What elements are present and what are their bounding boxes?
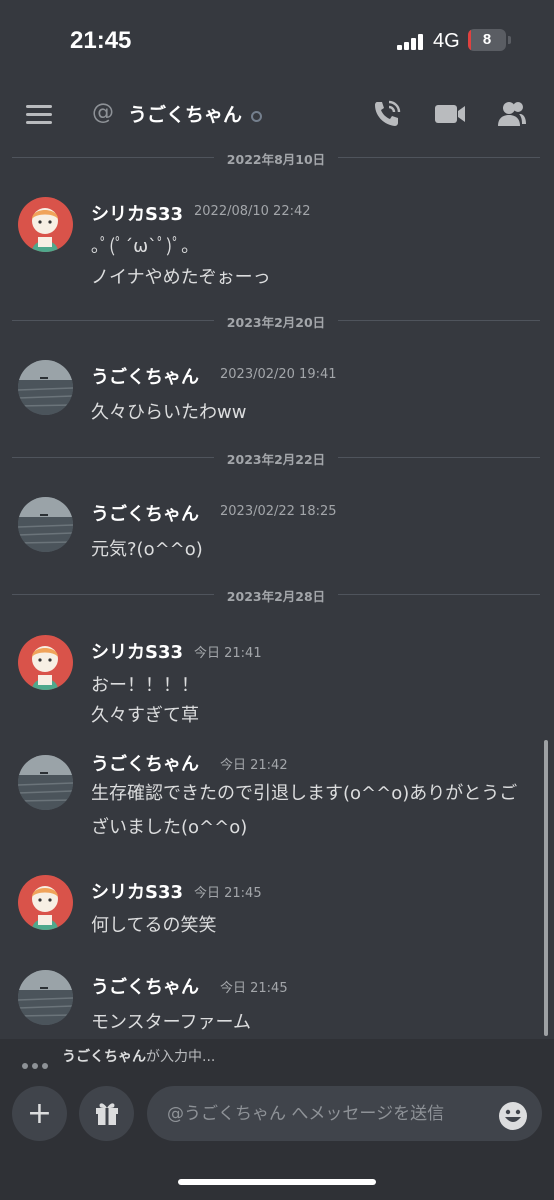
status-bar: 21:45 4G 8 [0, 0, 554, 80]
username[interactable]: うごくちゃん [91, 973, 199, 999]
at-icon: @ [92, 100, 114, 125]
status-time: 21:45 [70, 27, 132, 54]
timestamp: 今日 21:41 [194, 646, 262, 661]
message-list[interactable]: 2022年8月10日 シリカS33 2022/08/10 22:42 ｡ﾟ(ﾟ´… [0, 145, 554, 1038]
date-divider: 2023年2月28日 [12, 584, 540, 604]
timestamp: 今日 21:45 [220, 981, 288, 996]
sea-photo-avatar [18, 360, 73, 415]
avatar[interactable] [18, 497, 73, 552]
add-attachment-button[interactable]: + [12, 1086, 67, 1141]
offline-status-icon [251, 111, 262, 122]
message-text: ざいました(o^^o) [91, 817, 248, 838]
illustrated-character-avatar [18, 635, 73, 690]
top-area: 21:45 4G 8 @ うごくちゃん [0, 0, 554, 145]
illustrated-character-avatar [18, 197, 73, 252]
network-type: 4G [433, 30, 460, 52]
menu-icon[interactable] [26, 105, 52, 125]
emoji-icon[interactable] [498, 1101, 528, 1131]
signal-strength-icon [397, 34, 427, 50]
date-divider: 2023年2月20日 [12, 310, 540, 330]
typing-text: うごくちゃんが入力中... [62, 1049, 216, 1065]
timestamp: 2023/02/22 18:25 [220, 504, 337, 519]
battery-level: 8 [482, 31, 492, 48]
timestamp: 今日 21:42 [220, 758, 288, 773]
sea-photo-avatar [18, 755, 73, 810]
typing-indicator: うごくちゃんが入力中... [0, 1039, 554, 1073]
message-text: 元気?(o^^o) [91, 539, 203, 560]
gift-icon [96, 1103, 118, 1125]
message-text: 久々ひらいたわww [91, 402, 247, 423]
home-indicator[interactable] [178, 1179, 376, 1185]
username[interactable]: シリカS33 [91, 638, 183, 664]
message-scrollbar[interactable] [544, 740, 548, 1036]
phone-call-icon[interactable] [371, 98, 403, 130]
channel-header: @ うごくちゃん [0, 80, 554, 145]
video-camera-icon[interactable] [433, 98, 467, 130]
members-icon[interactable] [496, 98, 528, 130]
message-text: 生存確認できたので引退します(o^^o)ありがとうご [91, 783, 518, 804]
username[interactable]: うごくちゃん [91, 750, 199, 776]
username[interactable]: うごくちゃん [91, 363, 199, 389]
sea-photo-avatar [18, 970, 73, 1025]
avatar[interactable] [18, 875, 73, 930]
message-text: モンスターファーム [91, 1012, 252, 1033]
message-text: おー！！！！ [91, 675, 199, 696]
timestamp: 2022/08/10 22:42 [194, 204, 311, 219]
username[interactable]: シリカS33 [91, 200, 183, 226]
message-composer: + [0, 1073, 554, 1200]
battery-icon: 8 [468, 29, 506, 51]
sea-photo-avatar [18, 497, 73, 552]
message-text: 久々すぎて草 [91, 705, 199, 726]
avatar[interactable] [18, 360, 73, 415]
plus-icon: + [26, 1096, 53, 1131]
battery-tip [508, 36, 511, 44]
channel-name[interactable]: うごくちゃん [128, 100, 242, 127]
typing-dots-icon [22, 1054, 52, 1073]
message-input[interactable] [147, 1086, 542, 1141]
message-text: ノイナやめたぞぉーっ [91, 267, 271, 288]
avatar[interactable] [18, 197, 73, 252]
username[interactable]: シリカS33 [91, 878, 183, 904]
date-divider: 2022年8月10日 [12, 147, 540, 167]
gift-button[interactable] [79, 1086, 134, 1141]
avatar[interactable] [18, 635, 73, 690]
timestamp: 2023/02/20 19:41 [220, 367, 337, 382]
message-text: ｡ﾟ(ﾟ´ω`ﾟ)ﾟ｡ [91, 236, 191, 257]
username[interactable]: うごくちゃん [91, 500, 199, 526]
avatar[interactable] [18, 970, 73, 1025]
date-divider: 2023年2月22日 [12, 447, 540, 467]
message-text: 何してるの笑笑 [91, 915, 217, 936]
illustrated-character-avatar [18, 875, 73, 930]
avatar[interactable] [18, 755, 73, 810]
timestamp: 今日 21:45 [194, 886, 262, 901]
